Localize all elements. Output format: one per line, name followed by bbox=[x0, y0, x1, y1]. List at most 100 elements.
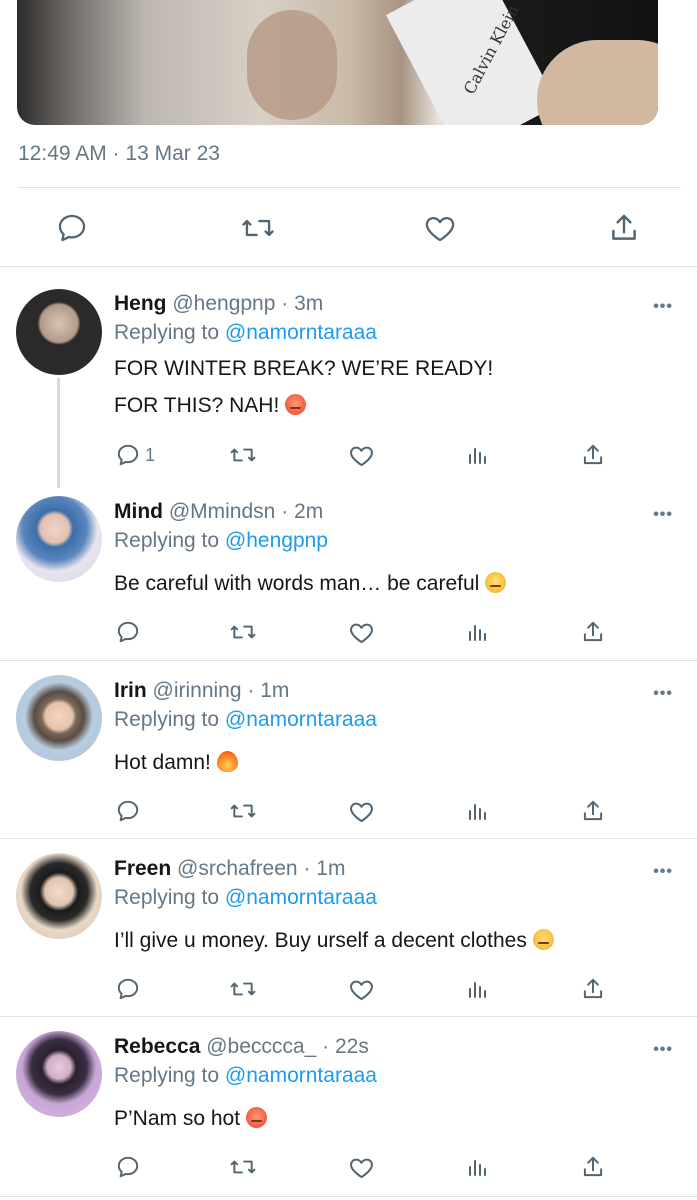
analytics-icon bbox=[469, 804, 486, 820]
share-button[interactable] bbox=[580, 793, 606, 829]
share-icon bbox=[612, 214, 636, 240]
analytics-button[interactable] bbox=[466, 1149, 490, 1185]
avatar[interactable] bbox=[16, 675, 102, 761]
heart-icon bbox=[350, 802, 373, 822]
more-options-button[interactable]: ••• bbox=[653, 685, 673, 703]
reply-button[interactable] bbox=[115, 614, 141, 650]
analytics-button[interactable] bbox=[466, 614, 490, 650]
like-button[interactable] bbox=[348, 971, 375, 1007]
reply-time[interactable]: 1m bbox=[316, 857, 345, 880]
like-button[interactable] bbox=[348, 437, 375, 473]
reply-item[interactable]: Rebecca @becccca_ · 22s ••• Replying to … bbox=[0, 1027, 697, 1195]
more-options-button[interactable]: ••• bbox=[653, 1041, 673, 1059]
share-button[interactable] bbox=[580, 1149, 606, 1185]
reply-button[interactable] bbox=[115, 1149, 141, 1185]
reply-text-line: P’Nam so hot bbox=[114, 1100, 267, 1137]
fire-emoji-icon bbox=[216, 751, 238, 772]
retweet-button[interactable] bbox=[228, 614, 258, 650]
mention-link[interactable]: @hengpnp bbox=[225, 529, 328, 552]
analytics-button[interactable] bbox=[466, 971, 490, 1007]
retweet-button[interactable] bbox=[228, 971, 258, 1007]
user-handle[interactable]: @srchafreen bbox=[177, 857, 298, 880]
reply-header: Rebecca @becccca_ · 22s bbox=[114, 1035, 369, 1059]
hot-face-emoji-icon bbox=[285, 394, 307, 415]
display-name[interactable]: Heng bbox=[114, 292, 167, 315]
like-button[interactable] bbox=[348, 1149, 375, 1185]
retweet-icon bbox=[230, 625, 256, 639]
avatar[interactable] bbox=[16, 289, 102, 375]
reply-time[interactable]: 3m bbox=[294, 292, 323, 315]
more-options-button[interactable]: ••• bbox=[653, 863, 673, 881]
share-button[interactable] bbox=[580, 437, 606, 473]
reply-button[interactable] bbox=[115, 793, 141, 829]
retweet-icon bbox=[230, 448, 256, 462]
reply-item[interactable]: Heng @hengpnp · 3m ••• Replying to @namo… bbox=[0, 284, 697, 488]
reply-action-bar bbox=[0, 614, 697, 654]
display-name[interactable]: Mind bbox=[114, 500, 163, 523]
separator-dot: · bbox=[322, 1035, 330, 1058]
reply-text-line: FOR THIS? NAH! bbox=[114, 387, 493, 424]
reply-header: Irin @irinning · 1m bbox=[114, 679, 289, 703]
share-button[interactable] bbox=[580, 971, 606, 1007]
reply-item[interactable]: Irin @irinning · 1m ••• Replying to @nam… bbox=[0, 671, 697, 837]
like-button[interactable] bbox=[420, 208, 460, 248]
analytics-button[interactable] bbox=[466, 437, 490, 473]
heart-icon bbox=[350, 446, 373, 466]
heart-icon bbox=[350, 1158, 373, 1178]
user-handle[interactable]: @becccca_ bbox=[206, 1035, 316, 1058]
share-button[interactable] bbox=[580, 614, 606, 650]
retweet-button[interactable] bbox=[238, 208, 278, 248]
user-handle[interactable]: @Mmindsn bbox=[169, 500, 276, 523]
replying-to-label: Replying to bbox=[114, 886, 220, 909]
user-handle[interactable]: @hengpnp bbox=[172, 292, 275, 315]
media-hand-shape bbox=[247, 10, 337, 120]
avatar[interactable] bbox=[16, 853, 102, 939]
analytics-button[interactable] bbox=[466, 793, 490, 829]
reply-text: I’ll give u money. Buy urself a decent c… bbox=[114, 922, 554, 959]
tweet-media-image[interactable]: Calvin Klein bbox=[17, 0, 658, 125]
share-icon bbox=[583, 978, 603, 999]
replying-to-label: Replying to bbox=[114, 1064, 220, 1087]
retweet-icon bbox=[242, 219, 274, 237]
reply-button[interactable]: 1 bbox=[115, 437, 155, 473]
reply-item[interactable]: Freen @srchafreen · 1m ••• Replying to @… bbox=[0, 849, 697, 1015]
divider bbox=[0, 266, 697, 267]
reply-action-bar bbox=[0, 793, 697, 833]
reply-header: Mind @Mmindsn · 2m bbox=[114, 500, 323, 524]
like-button[interactable] bbox=[348, 793, 375, 829]
reply-text-line: I’ll give u money. Buy urself a decent c… bbox=[114, 922, 554, 959]
mention-link[interactable]: @namorntaraaa bbox=[225, 708, 377, 731]
replying-to: Replying to @namorntaraaa bbox=[114, 321, 377, 345]
reply-time[interactable]: 22s bbox=[335, 1035, 369, 1058]
retweet-icon bbox=[230, 1160, 256, 1174]
retweet-button[interactable] bbox=[228, 793, 258, 829]
mention-link[interactable]: @namorntaraaa bbox=[225, 321, 377, 344]
reply-time[interactable]: 1m bbox=[260, 679, 289, 702]
reply-icon bbox=[117, 444, 139, 466]
divider bbox=[0, 1196, 697, 1197]
share-icon bbox=[583, 444, 603, 465]
reply-button[interactable] bbox=[52, 208, 92, 248]
share-button[interactable] bbox=[604, 208, 644, 248]
mention-link[interactable]: @namorntaraaa bbox=[225, 1064, 377, 1087]
more-options-button[interactable]: ••• bbox=[653, 298, 673, 316]
user-handle[interactable]: @irinning bbox=[153, 679, 242, 702]
mention-link[interactable]: @namorntaraaa bbox=[225, 886, 377, 909]
avatar[interactable] bbox=[16, 1031, 102, 1117]
retweet-button[interactable] bbox=[228, 437, 258, 473]
retweet-button[interactable] bbox=[228, 1149, 258, 1185]
more-options-button[interactable]: ••• bbox=[653, 506, 673, 524]
reply-item[interactable]: Mind @Mmindsn · 2m ••• Replying to @heng… bbox=[0, 492, 697, 660]
like-button[interactable] bbox=[348, 614, 375, 650]
divider bbox=[0, 660, 697, 661]
avatar[interactable] bbox=[16, 496, 102, 582]
reply-time[interactable]: 2m bbox=[294, 500, 323, 523]
reply-icon bbox=[117, 621, 139, 643]
heart-icon bbox=[350, 623, 373, 643]
tweet-timestamp[interactable]: 12:49 AM · 13 Mar 23 bbox=[18, 142, 220, 166]
reply-button[interactable] bbox=[115, 971, 141, 1007]
smirk-emoji-icon bbox=[485, 572, 507, 593]
display-name[interactable]: Irin bbox=[114, 679, 147, 702]
display-name[interactable]: Freen bbox=[114, 857, 171, 880]
display-name[interactable]: Rebecca bbox=[114, 1035, 200, 1058]
